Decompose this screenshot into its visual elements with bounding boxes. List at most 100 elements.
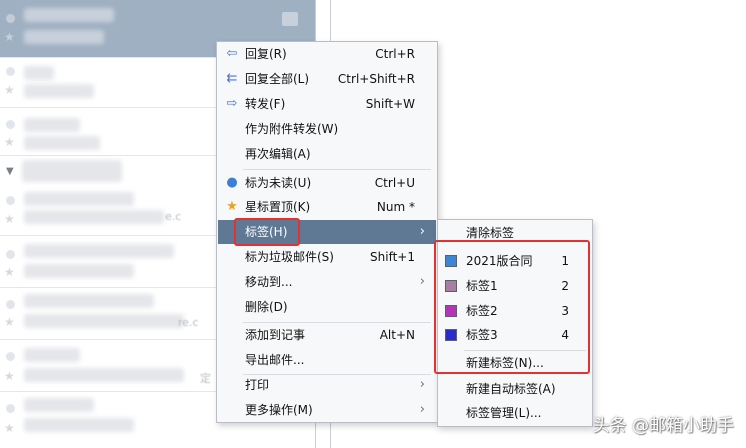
blurred-fragment: e.c (165, 210, 182, 223)
blurred-subject (24, 314, 184, 328)
group-collapse-icon[interactable]: ▼ (6, 166, 14, 177)
menu-item-add-to-note[interactable]: 添加到记事 Alt+N (218, 323, 436, 347)
star-icon[interactable]: ★ (4, 266, 15, 278)
star-icon[interactable]: ★ (4, 316, 15, 328)
chevron-right-icon: › (419, 402, 425, 417)
blurred-sender (24, 66, 54, 80)
submenu-item-tag-contract[interactable]: 2021版合同 1 (439, 249, 591, 273)
blurred-subject (24, 264, 134, 278)
tag-color-swatch-icon (445, 255, 457, 267)
menu-item-shortcut: Alt+N (379, 328, 415, 342)
submenu-item-tag-3[interactable]: 标签3 4 (439, 323, 591, 347)
star-icon[interactable]: ★ (4, 213, 15, 225)
blurred-subject (24, 84, 94, 98)
submenu-item-number: 4 (561, 328, 569, 342)
menu-item-forward[interactable]: ⇨ 转发(F) Shift+W (218, 92, 436, 116)
submenu-item-manage-tags[interactable]: 标签管理(L)... (439, 401, 591, 425)
blurred-subject (24, 136, 100, 150)
star-icon[interactable]: ★ (4, 136, 15, 148)
star-icon[interactable]: ★ (4, 422, 15, 434)
menu-item-label: 移动到... (245, 275, 293, 289)
watermark: 头条 @邮箱小助手 (592, 416, 734, 436)
submenu-item-label: 标签管理(L)... (466, 406, 542, 420)
unread-dot-icon: ● (226, 175, 238, 190)
menu-item-tags[interactable]: 标签(H) › (218, 220, 436, 244)
menu-item-mark-spam[interactable]: 标为垃圾邮件(S) Shift+1 (218, 245, 436, 269)
menu-item-reply-all[interactable]: ⇇ 回复全部(L) Ctrl+Shift+R (218, 67, 436, 91)
menu-item-mark-unread[interactable]: ● 标为未读(U) Ctrl+U (218, 171, 436, 195)
blurred-subject (24, 210, 164, 224)
unread-dot-icon (6, 300, 15, 309)
star-icon[interactable]: ★ (4, 370, 15, 382)
chevron-right-icon: › (419, 377, 425, 392)
unread-dot-icon (6, 250, 15, 259)
blurred-sender (24, 118, 80, 132)
blurred-group-header (22, 160, 122, 182)
menu-item-shortcut: Ctrl+Shift+R (337, 72, 415, 86)
unread-dot-icon (6, 352, 15, 361)
menu-item-label: 打印 (245, 378, 270, 392)
menu-item-shortcut: Ctrl+U (374, 176, 415, 190)
blurred-subject (24, 418, 134, 432)
menu-item-label: 添加到记事 (245, 328, 306, 342)
menu-item-label: 更多操作(M) (245, 403, 313, 417)
submenu-item-label: 2021版合同 (466, 254, 533, 268)
blurred-sender (24, 398, 94, 412)
submenu-item-label: 新建自动标签(A) (466, 382, 556, 396)
submenu-item-tag-2[interactable]: 标签2 3 (439, 299, 591, 323)
menu-item-star-pin[interactable]: ★ 星标置顶(K) Num * (218, 195, 436, 219)
menu-item-label: 导出邮件... (245, 353, 305, 367)
menu-item-label: 回复全部(L) (245, 72, 310, 86)
submenu-item-new-tag[interactable]: 新建标签(N)... (439, 351, 591, 375)
reply-icon: ⇦ (226, 46, 238, 61)
blurred-subject (24, 368, 184, 382)
unread-dot-icon (6, 196, 15, 205)
submenu-item-label: 新建标签(N)... (466, 356, 544, 370)
submenu-item-clear-tags[interactable]: 清除标签 (439, 221, 591, 245)
menu-item-move-to[interactable]: 移动到... › (218, 270, 436, 294)
menu-item-label: 回复(R) (245, 47, 287, 61)
menu-item-edit-again[interactable]: 再次编辑(A) (218, 142, 436, 166)
reply-all-icon: ⇇ (226, 71, 238, 86)
blurred-sender (24, 192, 134, 206)
tag-submenu: 清除标签 2021版合同 1 标签1 2 标签2 3 标签3 4 新建标签(N)… (437, 219, 593, 427)
submenu-item-tag-1[interactable]: 标签1 2 (439, 274, 591, 298)
star-icon: ★ (226, 199, 238, 214)
blurred-subject (24, 30, 104, 44)
blurred-fragment: re.c (178, 316, 199, 329)
menu-item-label: 标签(H) (245, 225, 288, 239)
close-icon[interactable] (282, 12, 298, 26)
blurred-sender (24, 348, 80, 362)
blurred-sender (24, 244, 174, 258)
blurred-sender (24, 8, 114, 22)
menu-item-label: 作为附件转发(W) (245, 122, 339, 136)
menu-item-label: 星标置顶(K) (245, 200, 311, 214)
menu-item-print[interactable]: 打印 › (218, 373, 436, 397)
menu-item-shortcut: Shift+1 (370, 250, 415, 264)
menu-item-forward-as-attachment[interactable]: 作为附件转发(W) (218, 117, 436, 141)
tag-color-swatch-icon (445, 305, 457, 317)
tag-color-swatch-icon (445, 280, 457, 292)
submenu-item-number: 2 (561, 279, 569, 293)
star-icon[interactable]: ★ (4, 31, 15, 43)
context-menu: ⇦ 回复(R) Ctrl+R ⇇ 回复全部(L) Ctrl+Shift+R ⇨ … (216, 41, 438, 423)
menu-item-reply[interactable]: ⇦ 回复(R) Ctrl+R (218, 42, 436, 66)
unread-dot-icon (6, 67, 15, 76)
menu-item-label: 再次编辑(A) (245, 147, 311, 161)
blurred-fragment: 定 (200, 372, 211, 385)
menu-item-export-mail[interactable]: 导出邮件... (218, 348, 436, 372)
submenu-item-label: 标签2 (466, 304, 498, 318)
menu-item-label: 标为未读(U) (245, 176, 312, 190)
menu-item-delete[interactable]: 删除(D) (218, 295, 436, 319)
menu-item-label: 删除(D) (245, 300, 288, 314)
menu-item-more-actions[interactable]: 更多操作(M) › (218, 398, 436, 422)
submenu-item-label: 清除标签 (466, 226, 515, 240)
forward-icon: ⇨ (226, 96, 238, 111)
menu-item-label: 标为垃圾邮件(S) (245, 250, 334, 264)
unread-dot-icon (6, 120, 15, 129)
chevron-right-icon: › (419, 224, 425, 239)
submenu-item-new-auto-tag[interactable]: 新建自动标签(A) (439, 377, 591, 401)
blurred-sender (24, 294, 154, 308)
unread-dot-icon (6, 404, 15, 413)
star-icon[interactable]: ★ (4, 84, 15, 96)
